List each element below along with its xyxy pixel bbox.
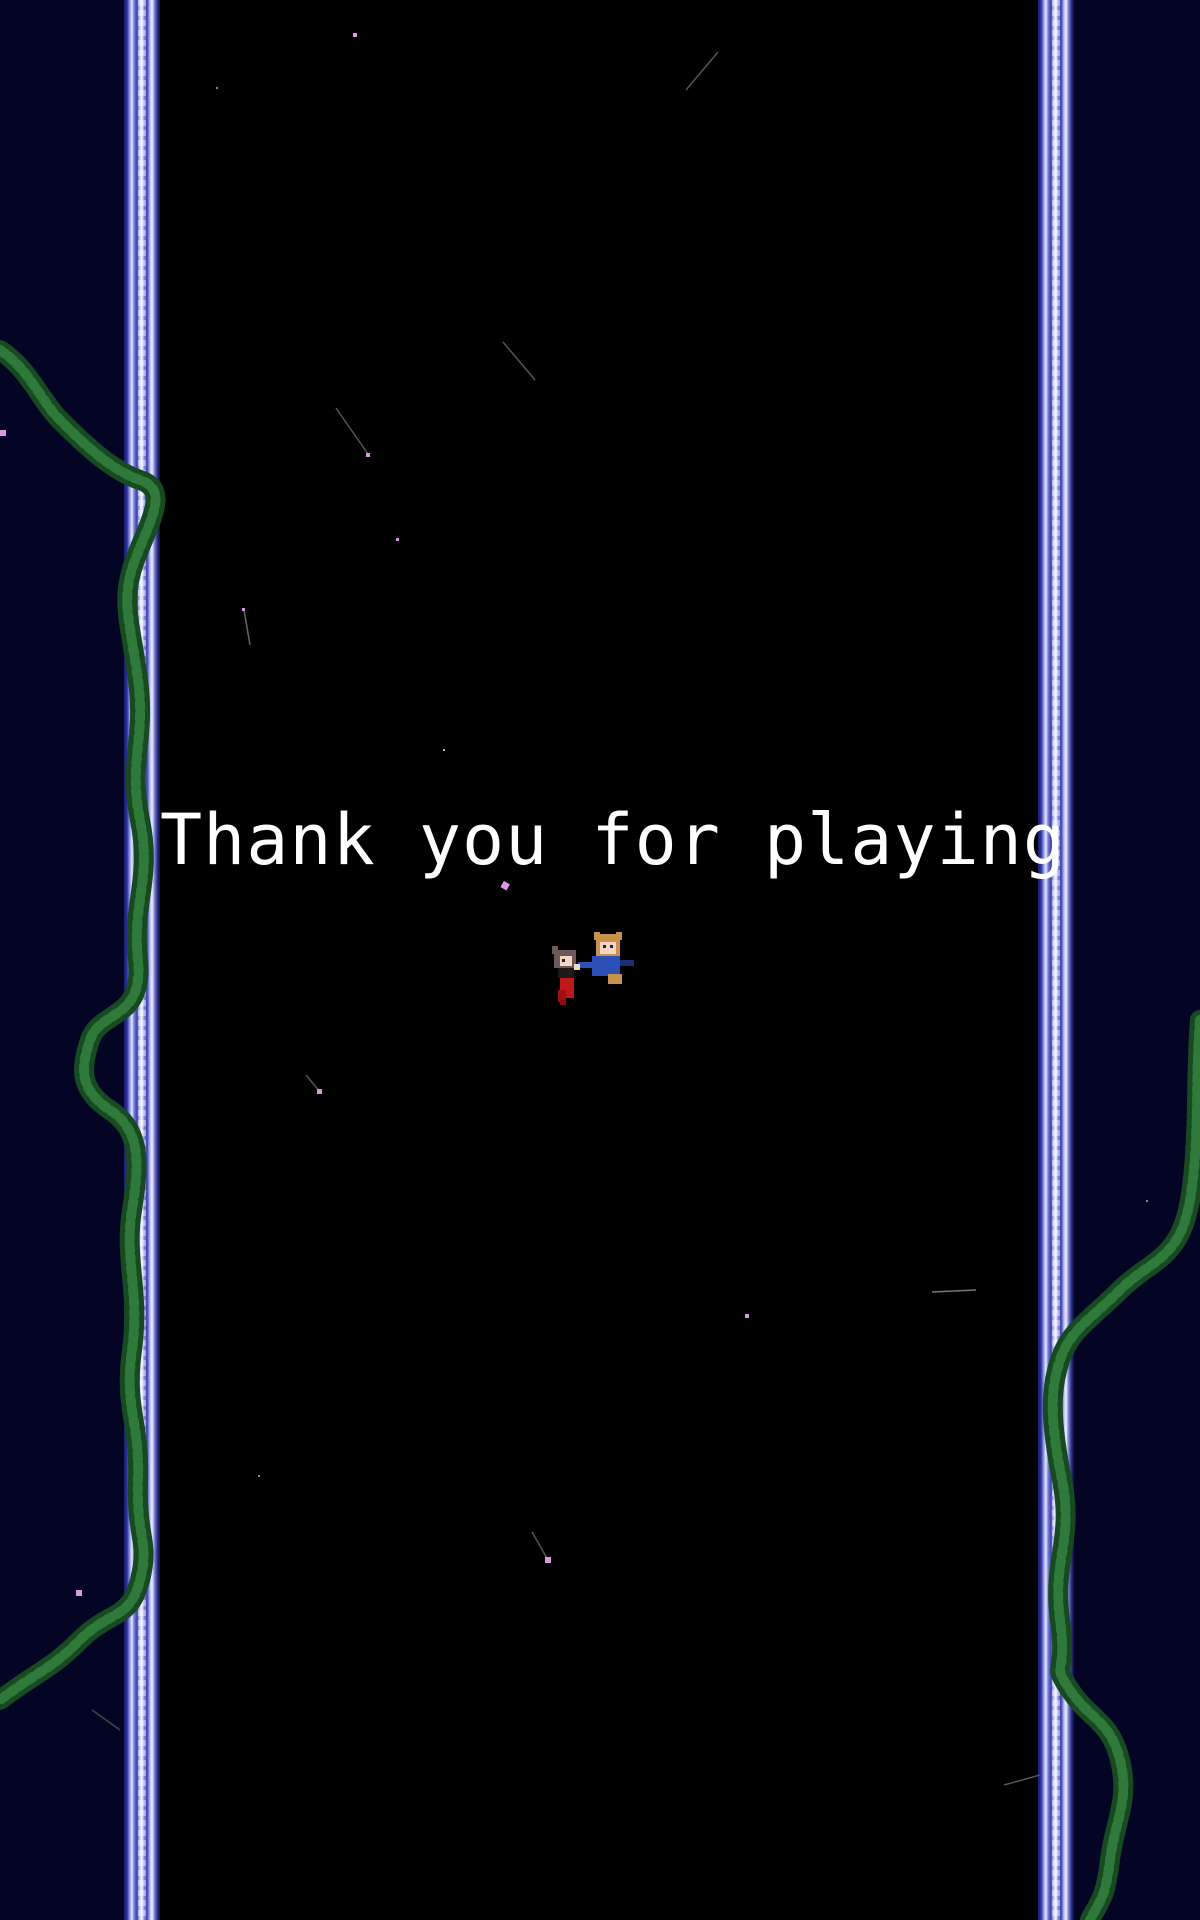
red-dress-character-icon [552,946,576,1005]
right-pillar-rail [1038,0,1074,1920]
left-pillar-rail [124,0,160,1920]
blue-outfit-character-icon [574,932,634,984]
right-border-panel [1072,0,1200,1920]
characters-sprite [552,932,634,1005]
left-border-panel [0,0,128,1920]
game-scene: Thank you for playing [0,0,1200,1920]
thank-you-message: Thank you for playing [160,799,1067,881]
